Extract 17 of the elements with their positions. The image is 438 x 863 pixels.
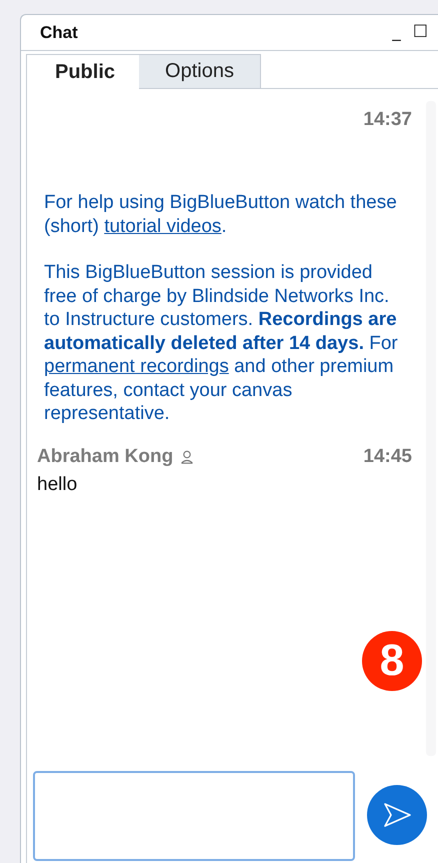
person-icon bbox=[181, 450, 194, 464]
author-name: Abraham Kong bbox=[37, 446, 174, 468]
message-text: hello bbox=[37, 474, 78, 496]
welcome-message: For help using BigBlueButton watch these (short) tutorial videos. bbox=[43, 191, 398, 238]
tab[interactable]: Options bbox=[138, 54, 261, 88]
unread-badge[interactable]: 8 bbox=[362, 631, 422, 691]
minimize-button[interactable]: _ bbox=[388, 24, 405, 41]
welcome-message: This BigBlueButton session is provided free of charge by Blindside Networks Inc. to Instructure customers. Recordings are automatically deleted after 14 days. For permanent recordings and other premium features, contact your canvas representative. bbox=[43, 261, 399, 426]
message-time: 14:37 bbox=[363, 109, 412, 131]
link[interactable]: permanent recordings bbox=[44, 356, 229, 377]
maximize-button[interactable]: ☐ bbox=[408, 24, 432, 41]
message-input[interactable] bbox=[33, 771, 355, 861]
tab[interactable]: Public bbox=[26, 54, 140, 89]
window-title: Chat bbox=[40, 22, 79, 42]
link[interactable]: tutorial videos bbox=[104, 216, 222, 236]
send-icon bbox=[382, 802, 412, 828]
message-time: 14:45 bbox=[363, 446, 412, 468]
